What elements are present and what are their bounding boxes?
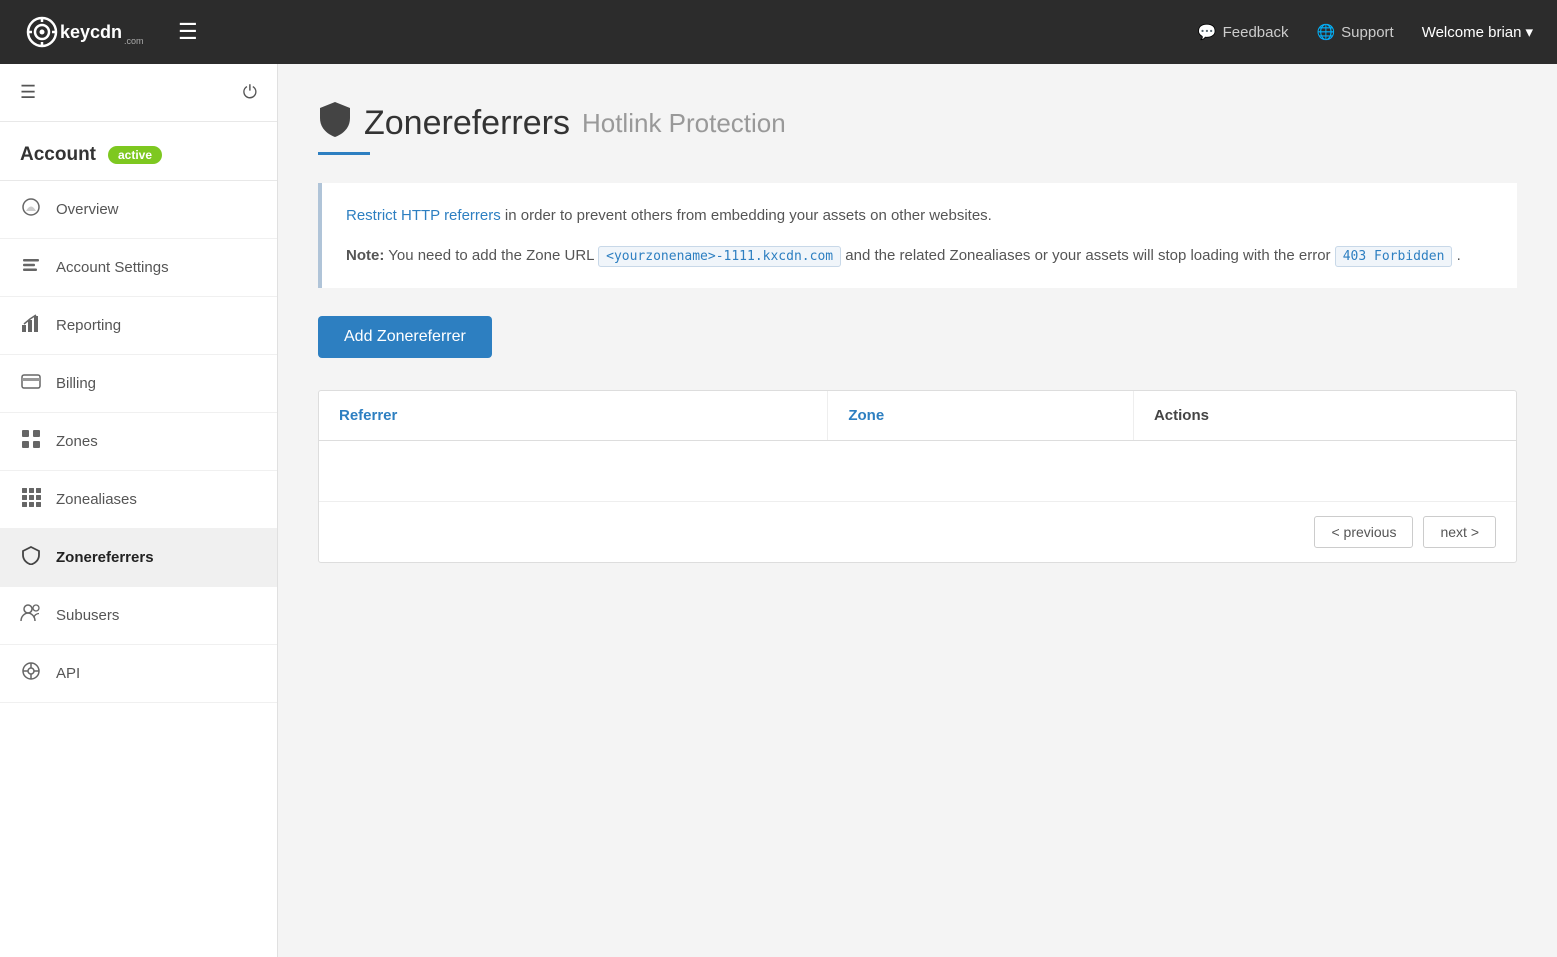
user-menu[interactable]: Welcome brian ▾: [1422, 23, 1533, 41]
welcome-label: Welcome brian: [1422, 24, 1522, 41]
info-text-2: in order to prevent others from embeddin…: [501, 207, 992, 224]
zonereferrers-table: Referrer Zone Actions < previous next >: [318, 390, 1517, 563]
chevron-down-icon: ▾: [1525, 23, 1533, 41]
previous-button[interactable]: < previous: [1314, 516, 1413, 548]
account-section: Account active: [0, 122, 277, 181]
column-referrer: Referrer: [319, 391, 828, 440]
sidebar-item-label: Zones: [56, 433, 98, 450]
sidebar-item-label: Overview: [56, 201, 119, 218]
sidebar-item-zonereferrers[interactable]: Zonereferrers: [0, 529, 277, 587]
overview-icon: [20, 197, 42, 222]
note-text-3: .: [1457, 247, 1461, 264]
topnav-right: 💬 Feedback 🌐 Support Welcome brian ▾: [1198, 23, 1533, 41]
sidebar-item-label: API: [56, 665, 80, 682]
sidebar-navigation: Overview Account Settings Reporting Bill…: [0, 181, 277, 957]
zonereferrers-icon: [20, 545, 42, 570]
sidebar-item-account-settings[interactable]: Account Settings: [0, 239, 277, 297]
column-zone: Zone: [828, 391, 1134, 440]
account-label: Account: [20, 144, 96, 166]
info-box: Restrict HTTP referrers in order to prev…: [318, 183, 1517, 288]
restrict-http-referrers-link[interactable]: Restrict HTTP referrers: [346, 207, 501, 224]
logo[interactable]: keycdn .com: [24, 14, 154, 50]
feedback-label: Feedback: [1223, 24, 1289, 41]
zones-icon: [20, 429, 42, 454]
zone-url-code: <yourzonename>-1111.kxcdn.com: [598, 246, 841, 267]
table-footer: < previous next >: [319, 501, 1516, 562]
support-link[interactable]: 🌐 Support: [1316, 23, 1393, 41]
sidebar-item-subusers[interactable]: Subusers: [0, 587, 277, 645]
sidebar-item-label: Reporting: [56, 317, 121, 334]
shield-icon: [318, 100, 352, 146]
sidebar-item-zonealiases[interactable]: Zonealiases: [0, 471, 277, 529]
zonealiases-icon: [20, 487, 42, 512]
sidebar-item-label: Zonereferrers: [56, 549, 154, 566]
title-underline: [318, 152, 370, 155]
svg-text:.com: .com: [124, 36, 144, 46]
feedback-link[interactable]: 💬 Feedback: [1198, 23, 1289, 41]
add-zonereferrer-button[interactable]: Add Zonereferrer: [318, 316, 492, 358]
note-text-2: and the related Zonealiases or your asse…: [845, 247, 1334, 264]
note-text-1: You need to add the Zone URL: [388, 247, 598, 264]
page-header: Zonereferrers Hotlink Protection: [318, 100, 1517, 146]
sidebar-menu-icon[interactable]: ☰: [20, 82, 36, 103]
top-navigation: keycdn .com ☰ 💬 Feedback 🌐 Support Welco…: [0, 0, 1557, 64]
sidebar: ☰ ⏻ Account active Overview Account Sett…: [0, 64, 278, 957]
sidebar-item-overview[interactable]: Overview: [0, 181, 277, 239]
account-settings-icon: [20, 255, 42, 280]
subusers-icon: [20, 603, 42, 628]
support-icon: 🌐: [1316, 23, 1335, 41]
sidebar-item-reporting[interactable]: Reporting: [0, 297, 277, 355]
sidebar-item-api[interactable]: API: [0, 645, 277, 703]
column-actions: Actions: [1134, 391, 1516, 440]
sidebar-item-zones[interactable]: Zones: [0, 413, 277, 471]
hamburger-menu-icon[interactable]: ☰: [178, 19, 198, 45]
account-status-badge: active: [108, 146, 162, 164]
sidebar-item-label: Account Settings: [56, 259, 169, 276]
page-title: Zonereferrers: [364, 104, 570, 143]
main-content: Zonereferrers Hotlink Protection Restric…: [278, 64, 1557, 957]
support-label: Support: [1341, 24, 1394, 41]
table-empty-row: [319, 441, 1516, 501]
sidebar-top: ☰ ⏻: [0, 64, 277, 122]
sidebar-item-label: Billing: [56, 375, 96, 392]
error-code: 403 Forbidden: [1335, 246, 1453, 267]
reporting-icon: [20, 313, 42, 338]
sidebar-item-label: Subusers: [56, 607, 119, 624]
sidebar-item-billing[interactable]: Billing: [0, 355, 277, 413]
billing-icon: [20, 371, 42, 396]
page-subtitle: Hotlink Protection: [582, 108, 786, 139]
note-bold: Note:: [346, 247, 384, 264]
feedback-icon: 💬: [1198, 23, 1217, 41]
api-icon: [20, 661, 42, 686]
power-icon[interactable]: ⏻: [243, 82, 257, 103]
main-layout: ☰ ⏻ Account active Overview Account Sett…: [0, 64, 1557, 957]
sidebar-item-label: Zonealiases: [56, 491, 137, 508]
next-button[interactable]: next >: [1423, 516, 1496, 548]
table-header: Referrer Zone Actions: [319, 391, 1516, 441]
svg-text:keycdn: keycdn: [60, 22, 122, 42]
